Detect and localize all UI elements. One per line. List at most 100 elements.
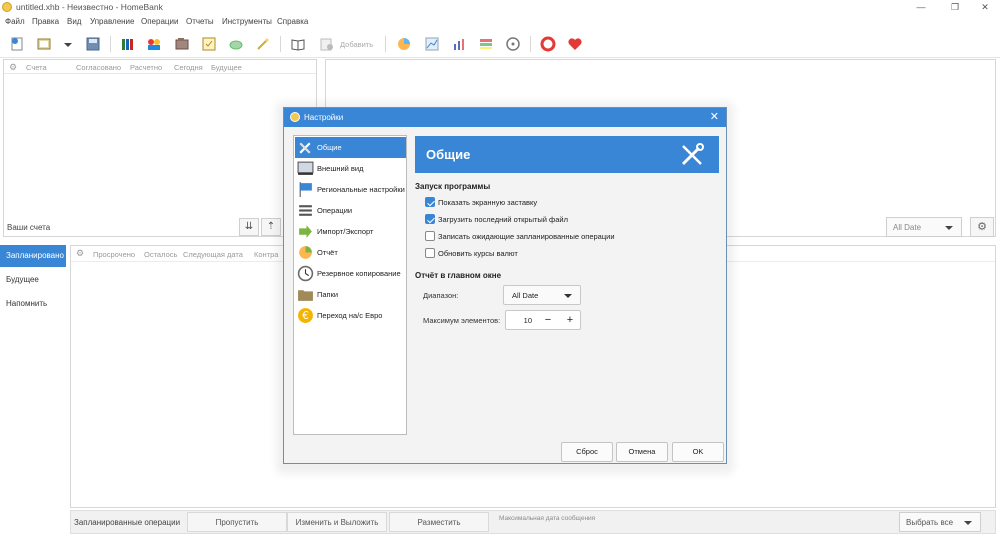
main-window-section-title: Отчёт в главном окне	[415, 271, 502, 280]
checkbox[interactable]	[425, 231, 435, 241]
homebank-app-icon	[2, 2, 12, 12]
column-header-next-date[interactable]: Следующая дата	[183, 250, 243, 259]
column-header-today[interactable]: Сегодня	[174, 63, 203, 72]
range-dropdown-value: All Date	[893, 223, 922, 232]
range-select[interactable]: All Date	[503, 285, 581, 305]
vehicle-cost-icon[interactable]	[505, 36, 521, 52]
donate-icon[interactable]	[567, 36, 583, 52]
column-header-payee[interactable]: Контра	[254, 250, 278, 259]
categories-icon[interactable]	[174, 36, 190, 52]
category-folders[interactable]: Папки	[295, 284, 406, 305]
category-transactions[interactable]: Операции	[295, 200, 406, 221]
menu-manage[interactable]: Управление	[90, 17, 134, 26]
budget-icon[interactable]	[228, 36, 244, 52]
checkbox[interactable]	[425, 197, 435, 207]
maximize-button[interactable]: ❐	[940, 1, 970, 13]
new-file-icon[interactable]	[9, 36, 25, 52]
budget-report-icon[interactable]	[478, 36, 494, 52]
category-euro[interactable]: € Переход на/с Евро	[295, 305, 406, 326]
menu-file[interactable]: Файл	[5, 17, 25, 26]
dropdown-arrow-icon[interactable]	[60, 36, 72, 52]
homebank-app-icon	[290, 112, 300, 122]
category-label: Папки	[317, 290, 339, 299]
category-label: Резервное копирование	[317, 269, 401, 278]
max-items-value[interactable]: 10	[506, 316, 532, 325]
edit-and-post-button[interactable]: Изменить и Выложить	[287, 512, 387, 532]
accounts-icon[interactable]	[120, 36, 136, 52]
import-export-icon	[297, 223, 314, 240]
menu-transactions[interactable]: Операции	[141, 17, 178, 26]
column-header-accounts[interactable]: Счета	[26, 63, 47, 72]
accounts-settings-icon[interactable]: ⚙	[9, 62, 17, 73]
checkbox-label: Записать ожидающие запланированные опера…	[438, 232, 615, 241]
range-label: Диапазон:	[423, 291, 459, 300]
category-appearance[interactable]: Внешний вид	[295, 158, 406, 179]
menu-view[interactable]: Вид	[67, 17, 81, 26]
assistant-icon[interactable]	[255, 36, 271, 52]
category-label: Внешний вид	[317, 164, 364, 173]
range-dropdown[interactable]: All Date	[886, 217, 962, 237]
display-icon	[297, 160, 314, 177]
balance-icon[interactable]	[451, 36, 467, 52]
scheduled-icon[interactable]	[201, 36, 217, 52]
tab-future[interactable]: Будущее	[0, 269, 66, 291]
column-header-future[interactable]: Будущее	[211, 63, 242, 72]
category-backup[interactable]: Резервное копирование	[295, 263, 406, 284]
category-label: Региональные настройки	[317, 185, 405, 194]
open-file-icon[interactable]	[36, 36, 52, 52]
category-general[interactable]: Общие	[295, 137, 406, 158]
max-items-stepper[interactable]: 10 − +	[505, 310, 581, 330]
max-post-date-label: Максимальная дата сообщения	[499, 515, 596, 522]
toolbar-separator	[385, 36, 386, 52]
decrement-icon[interactable]: −	[540, 313, 556, 329]
toolbar: Добавить	[0, 30, 1000, 58]
category-import-export[interactable]: Импорт/Экспорт	[295, 221, 406, 242]
column-header-overdue[interactable]: Просрочено	[93, 250, 135, 259]
menu-reports[interactable]: Отчеты	[186, 17, 214, 26]
checkbox-label: Показать экранную заставку	[438, 198, 538, 207]
category-locale[interactable]: Региональные настройки	[295, 179, 406, 200]
skip-button[interactable]: Пропустить	[187, 512, 287, 532]
close-icon[interactable]: ✕	[710, 110, 719, 123]
gear-icon[interactable]: ⚙	[970, 217, 994, 237]
save-icon[interactable]	[85, 36, 101, 52]
add-transaction-label[interactable]: Добавить	[340, 40, 373, 49]
close-window-button[interactable]: ✕	[970, 1, 1000, 13]
reset-button[interactable]: Сброс	[561, 442, 613, 462]
menu-tools[interactable]: Инструменты	[222, 17, 272, 26]
preferences-category-list: Общие Внешний вид Региональные настройки…	[293, 135, 407, 435]
column-header-reconciled[interactable]: Согласовано	[76, 63, 121, 72]
scheduled-settings-icon[interactable]: ⚙	[76, 248, 84, 259]
dialog-title: Настройки	[304, 113, 344, 122]
clock-icon	[297, 265, 314, 282]
post-button[interactable]: Разместить	[389, 512, 489, 532]
increment-icon[interactable]: +	[562, 313, 578, 329]
category-report[interactable]: Отчёт	[295, 242, 406, 263]
category-label: Отчёт	[317, 248, 338, 257]
menu-help[interactable]: Справка	[277, 17, 308, 26]
show-transactions-icon[interactable]	[290, 36, 306, 52]
select-all-dropdown[interactable]: Выбрать все	[899, 512, 981, 532]
cancel-button[interactable]: Отмена	[616, 442, 668, 462]
expand-all-icon[interactable]: ⇊	[239, 218, 259, 236]
minimize-button[interactable]: —	[906, 1, 936, 13]
tab-remind[interactable]: Напомнить	[0, 293, 66, 315]
dialog-title-bar: Настройки ✕	[284, 108, 726, 127]
scheduled-transactions-label: Запланированные операции	[74, 518, 181, 527]
column-header-cleared[interactable]: Расчетно	[130, 63, 162, 72]
tab-scheduled[interactable]: Запланировано	[0, 245, 66, 267]
chevron-down-icon	[564, 294, 572, 298]
checkbox[interactable]	[425, 214, 435, 224]
help-icon[interactable]	[540, 36, 556, 52]
trend-icon[interactable]	[424, 36, 440, 52]
add-transaction-icon[interactable]	[319, 36, 335, 52]
checkbox[interactable]	[425, 248, 435, 258]
accounts-header: ⚙ Счета Согласовано Расчетно Сегодня Буд…	[4, 60, 316, 74]
column-header-remaining[interactable]: Осталось	[144, 250, 177, 259]
ok-button[interactable]: OK	[672, 442, 724, 462]
menu-edit[interactable]: Правка	[32, 17, 59, 26]
statistics-icon[interactable]	[396, 36, 412, 52]
payees-icon[interactable]	[146, 36, 162, 52]
category-label: Импорт/Экспорт	[317, 227, 374, 236]
select-all-value: Выбрать все	[906, 518, 954, 527]
